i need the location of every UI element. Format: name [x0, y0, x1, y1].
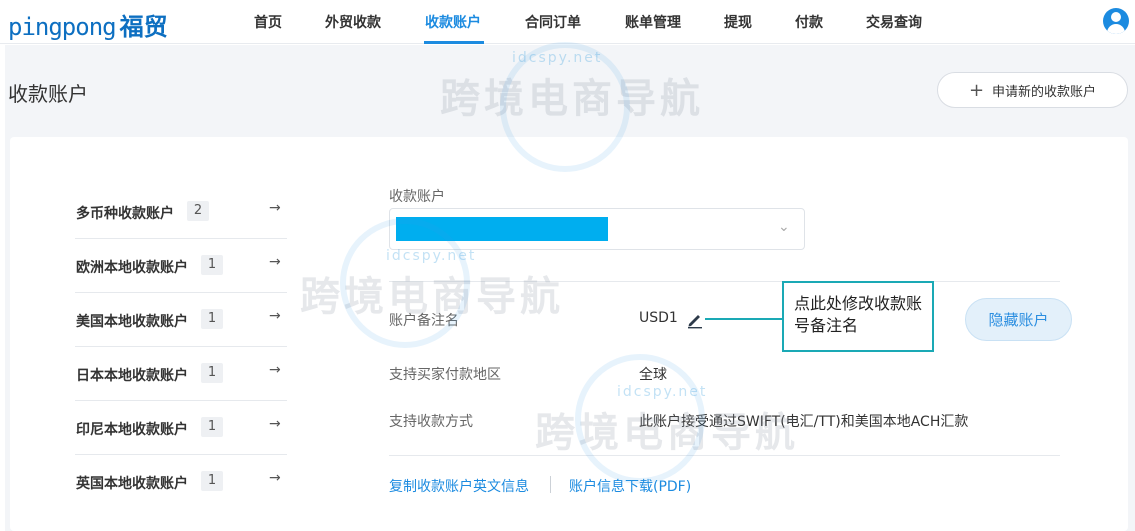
account-list-item[interactable]: 英国本地收款账户 1 →: [75, 455, 287, 509]
nav-item-collection-accounts[interactable]: 收款账户: [425, 12, 481, 32]
account-list-item[interactable]: 日本本地收款账户 1 →: [75, 347, 287, 401]
account-count-badge: 1: [201, 417, 223, 437]
avatar-head: [1111, 12, 1121, 22]
top-nav-bar: pingpong 福贸 首页 外贸收款 收款账户 合同订单 账单管理 提现 付款…: [0, 0, 1135, 44]
account-count-badge: 2: [187, 201, 209, 221]
buyer-region-value: 全球: [639, 367, 667, 383]
nav-item-payment[interactable]: 付款: [795, 12, 823, 32]
arrow-right-icon: →: [269, 470, 281, 486]
pingpong-logo[interactable]: pingpong 福贸: [8, 7, 168, 42]
account-count-badge: 1: [201, 363, 223, 383]
account-count-badge: 1: [201, 471, 223, 491]
edit-pencil-icon[interactable]: [686, 311, 704, 329]
buyer-region-label: 支持买家付款地区: [389, 367, 501, 383]
account-type-label: 美国本地收款账户: [76, 314, 188, 330]
nav-item-bill-management[interactable]: 账单管理: [625, 12, 681, 32]
chevron-down-icon: ⌄: [778, 219, 790, 235]
account-count-badge: 1: [201, 309, 223, 329]
account-type-label: 印尼本地收款账户: [76, 422, 188, 438]
arrow-right-icon: →: [269, 416, 281, 432]
nav-item-transaction-query[interactable]: 交易查询: [866, 12, 922, 32]
apply-new-account-button[interactable]: + 申请新的收款账户: [937, 72, 1128, 108]
remark-name-value: USD1: [639, 310, 678, 326]
remark-name-label: 账户备注名: [389, 313, 459, 329]
account-type-label: 欧洲本地收款账户: [76, 260, 188, 276]
apply-button-label: 申请新的收款账户: [992, 84, 1097, 100]
logo-text-en: pingpong: [8, 13, 117, 41]
account-list-item[interactable]: 美国本地收款账户 1 →: [75, 293, 287, 347]
plus-icon: +: [968, 79, 985, 101]
account-select-label: 收款账户: [389, 189, 445, 205]
redacted-account-mask: [396, 217, 608, 241]
account-list-item[interactable]: 印尼本地收款账户 1 →: [75, 401, 287, 455]
account-type-label: 多币种收款账户: [76, 206, 174, 222]
arrow-right-icon: →: [269, 362, 281, 378]
nav-item-contract-orders[interactable]: 合同订单: [525, 12, 581, 32]
nav-item-home[interactable]: 首页: [254, 12, 282, 32]
user-avatar-icon[interactable]: [1103, 8, 1129, 34]
account-list-item[interactable]: 多币种收款账户 2 →: [75, 185, 287, 239]
divider: [389, 281, 1060, 282]
page-title: 收款账户: [8, 82, 88, 106]
callout-connector: [705, 318, 783, 320]
payment-method-label: 支持收款方式: [389, 414, 473, 430]
account-type-label: 英国本地收款账户: [76, 476, 188, 492]
download-pdf-link[interactable]: 账户信息下载(PDF): [569, 476, 691, 496]
payment-method-value: 此账户接受通过SWIFT(电汇/TT)和美国本地ACH汇款: [639, 414, 969, 430]
link-separator: [550, 476, 551, 493]
edit-remark-callout: 点此处修改收款账号备注名: [782, 281, 934, 352]
active-tab-underline: [424, 41, 484, 44]
account-count-badge: 1: [201, 255, 223, 275]
copy-account-info-link[interactable]: 复制收款账户英文信息: [389, 476, 529, 496]
account-select-dropdown[interactable]: ⌄: [389, 208, 805, 250]
account-type-label: 日本本地收款账户: [76, 368, 188, 384]
hide-account-button[interactable]: 隐藏账户: [965, 298, 1072, 341]
arrow-right-icon: →: [269, 254, 281, 270]
logo-text-cn: 福贸: [119, 13, 168, 41]
arrow-right-icon: →: [269, 308, 281, 324]
avatar-body: [1107, 24, 1125, 34]
account-list-item[interactable]: 欧洲本地收款账户 1 →: [75, 239, 287, 293]
divider: [389, 455, 1060, 456]
arrow-right-icon: →: [269, 200, 281, 216]
nav-item-trade-collection[interactable]: 外贸收款: [325, 12, 381, 32]
nav-item-withdraw[interactable]: 提现: [724, 12, 752, 32]
